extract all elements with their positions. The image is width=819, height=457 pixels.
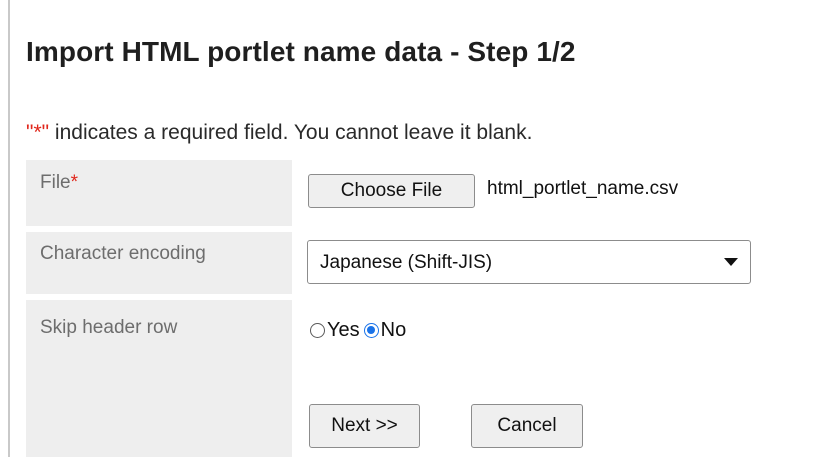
label-column xyxy=(26,160,292,457)
skip-header-label: Skip header row xyxy=(40,317,178,338)
encoding-select[interactable]: Japanese (Shift-JIS) xyxy=(307,240,751,284)
next-button[interactable]: Next >> xyxy=(309,404,420,448)
selected-file-name: html_portlet_name.csv xyxy=(487,178,679,199)
encoding-label: Character encoding xyxy=(40,243,206,264)
radio-no[interactable] xyxy=(363,322,379,338)
encoding-selected-value: Japanese (Shift-JIS) xyxy=(320,252,493,273)
required-field-note: "*" indicates a required field. You cann… xyxy=(26,121,532,145)
radio-no-label[interactable]: No xyxy=(381,319,407,342)
row-divider xyxy=(26,294,292,300)
required-note-text: indicates a required field. You cannot l… xyxy=(49,121,533,144)
radio-yes[interactable] xyxy=(310,322,325,338)
required-marker: "*" xyxy=(26,121,50,144)
row-divider xyxy=(26,226,292,232)
file-label: File* xyxy=(40,172,78,194)
page-title: Import HTML portlet name data - Step 1/2 xyxy=(26,36,576,67)
file-label-text: File xyxy=(40,172,71,193)
required-asterisk: * xyxy=(70,172,79,193)
chevron-down-icon xyxy=(724,258,738,266)
cancel-button[interactable]: Cancel xyxy=(471,404,583,448)
skip-header-radio-group: Yes No xyxy=(310,316,410,344)
radio-yes-label[interactable]: Yes xyxy=(327,319,360,342)
choose-file-button[interactable]: Choose File xyxy=(308,174,475,208)
